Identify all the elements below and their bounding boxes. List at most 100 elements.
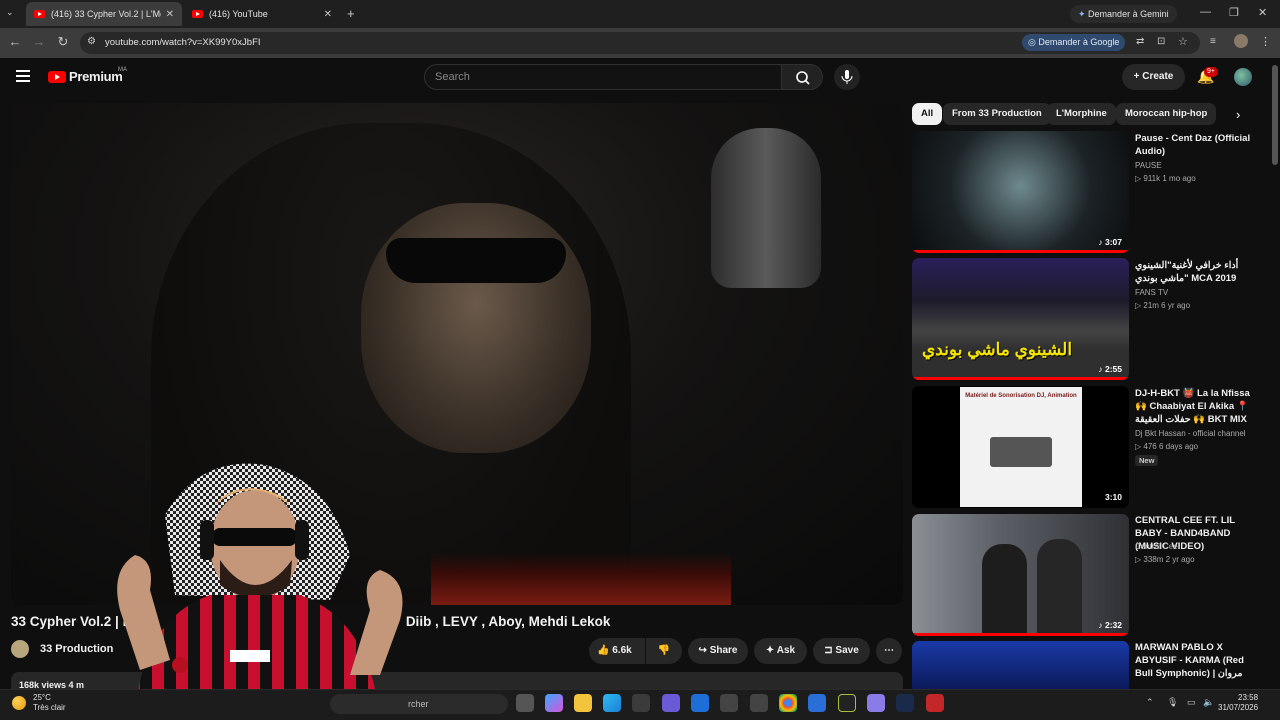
- rec-thumbnail[interactable]: [912, 641, 1129, 689]
- back-icon[interactable]: ←: [6, 34, 24, 49]
- app-icon[interactable]: [720, 694, 738, 712]
- rec-channel[interactable]: Central Cee: [1135, 542, 1178, 551]
- more-menu-icon[interactable]: ⋮: [1260, 35, 1271, 48]
- brand-label: Premium: [69, 69, 123, 84]
- edge-icon[interactable]: [603, 694, 621, 712]
- close-window-icon[interactable]: ✕: [1258, 6, 1267, 19]
- tab-cypher[interactable]: (416) 33 Cypher Vol.2 | L'Morph ✕: [26, 2, 182, 26]
- thumbs-down-icon: 👎: [657, 645, 671, 656]
- ask-gemini-button[interactable]: ✦ Demander à Gemini: [1070, 5, 1177, 23]
- close-tab-icon[interactable]: ✕: [324, 9, 332, 20]
- search-icon: [796, 71, 810, 85]
- weather-widget[interactable]: 25°C Très clair: [33, 693, 66, 713]
- rec-title[interactable]: أداء خرافي لأغنية"الشينوي ماشي بوندي" MC…: [1135, 259, 1260, 285]
- reading-list-icon[interactable]: ≡: [1210, 36, 1216, 47]
- search-button[interactable]: [781, 64, 823, 90]
- rec-channel[interactable]: FANS TV: [1135, 288, 1168, 297]
- app-icon[interactable]: [867, 694, 885, 712]
- hamburger-menu-icon[interactable]: [16, 70, 30, 85]
- rec-channel[interactable]: PAUSE: [1135, 161, 1162, 170]
- app-icon[interactable]: [926, 694, 944, 712]
- youtube-premium-logo[interactable]: Premium: [48, 69, 123, 84]
- like-count: 6.6k: [612, 645, 632, 656]
- volume-icon[interactable]: 🔈: [1203, 697, 1214, 708]
- taskbar-clock[interactable]: 23:58 31/07/2026: [1218, 693, 1258, 713]
- bookmark-star-icon[interactable]: ☆: [1178, 35, 1188, 48]
- page-scrollbar[interactable]: [1272, 65, 1278, 165]
- rec-title[interactable]: DJ-H-BKT 👹 La la Nfissa 🙌 Chaabiyat El A…: [1135, 387, 1260, 427]
- weather-sun-icon[interactable]: [12, 696, 26, 710]
- youtube-favicon-icon: [192, 10, 203, 18]
- microphone-tray-icon[interactable]: 🎙: [1167, 697, 1178, 708]
- weather-condition: Très clair: [33, 703, 66, 712]
- rec-thumbnail[interactable]: Matériel de Sonorisation DJ, Animation 3…: [912, 386, 1129, 508]
- chip-all[interactable]: All: [912, 103, 943, 125]
- duration-badge: ♪ 2:32: [1098, 620, 1122, 630]
- account-avatar[interactable]: [1234, 68, 1252, 86]
- forward-icon[interactable]: →: [30, 34, 48, 49]
- restore-icon[interactable]: ❐: [1229, 6, 1239, 19]
- time: 23:58: [1238, 693, 1259, 702]
- thumbnail-figure: [982, 544, 1027, 636]
- chip-from-33-production[interactable]: From 33 Production: [943, 103, 1051, 125]
- ask-google-button[interactable]: ◎ Demander à Google: [1022, 34, 1126, 51]
- share-button[interactable]: ↪ Share: [688, 638, 748, 664]
- chrome-icon[interactable]: [779, 694, 797, 712]
- video-frame-flames: [431, 553, 731, 605]
- network-icon[interactable]: ▭: [1187, 697, 1196, 708]
- chevron-right-icon[interactable]: ›: [1236, 107, 1240, 122]
- duration-badge: ♪ 2:55: [1098, 364, 1122, 374]
- rec-channel[interactable]: Dj Bkt Hassan - official channel: [1135, 429, 1246, 438]
- chip-lmorphine[interactable]: L'Morphine: [1047, 103, 1116, 125]
- region-label: MA: [118, 67, 127, 73]
- create-button[interactable]: + Create: [1122, 64, 1185, 90]
- url-text[interactable]: youtube.com/watch?v=XK99Y0xJbFI: [105, 37, 261, 48]
- rec-thumbnail[interactable]: ♪ 2:32: [912, 514, 1129, 636]
- rec-thumbnail[interactable]: الشينوي ماشي بوندي ♪ 2:55: [912, 258, 1129, 380]
- app-icon[interactable]: [808, 694, 826, 712]
- close-tab-icon[interactable]: ✕: [166, 9, 174, 20]
- save-button[interactable]: ⊐ Save: [813, 638, 870, 664]
- new-tab-button[interactable]: +: [347, 6, 355, 21]
- minimize-icon[interactable]: —: [1200, 6, 1211, 18]
- reload-icon[interactable]: ↻: [54, 34, 72, 50]
- thumbs-up-icon: 👍: [597, 645, 613, 656]
- task-view-icon[interactable]: [516, 694, 534, 712]
- app-icon[interactable]: [838, 694, 856, 712]
- voice-search-button[interactable]: [834, 64, 860, 90]
- app-icon[interactable]: [750, 694, 768, 712]
- webcam-overlay-person: [117, 463, 403, 720]
- install-icon[interactable]: ⊡: [1157, 36, 1165, 47]
- tab-youtube[interactable]: (416) YouTube ✕: [184, 2, 340, 26]
- search-input[interactable]: Search: [424, 64, 782, 90]
- ask-button[interactable]: ✦ Ask: [754, 638, 807, 664]
- gemini-icon: ✦: [1078, 9, 1089, 19]
- share-label: Share: [709, 645, 738, 656]
- tab-list-icon[interactable]: ⌄: [6, 7, 14, 18]
- more-actions-button[interactable]: ⋯: [876, 638, 902, 664]
- video-title-end: Diib , LEVY , Aboy, Mehdi Lekok: [405, 614, 611, 629]
- store-icon[interactable]: [632, 694, 650, 712]
- bookmark-icon: ⊐: [824, 645, 836, 656]
- lens-icon: ◎: [1028, 37, 1039, 47]
- translate-icon[interactable]: ⇄: [1136, 36, 1144, 47]
- rec-title[interactable]: MARWAN PABLO X ABYUSIF - KARMA (Red Bull…: [1135, 641, 1260, 681]
- temperature: 25°C: [33, 693, 51, 702]
- mixer-graphic: [990, 437, 1052, 467]
- copilot-icon[interactable]: [545, 694, 563, 712]
- mail-icon[interactable]: [691, 694, 709, 712]
- channel-avatar[interactable]: [11, 640, 29, 658]
- rec-title[interactable]: Pause - Cent Daz (Official Audio): [1135, 132, 1260, 158]
- chip-moroccan-hip-hop[interactable]: Moroccan hip-hop: [1116, 103, 1217, 125]
- profile-avatar[interactable]: [1234, 34, 1248, 48]
- file-explorer-icon[interactable]: [574, 694, 592, 712]
- ask-label: Ask: [776, 645, 796, 656]
- steam-icon[interactable]: [896, 694, 914, 712]
- discord-icon[interactable]: [662, 694, 680, 712]
- site-info-icon[interactable]: ⚙: [87, 36, 96, 47]
- taskbar-search[interactable]: rcher: [330, 694, 508, 714]
- dislike-button[interactable]: 👎: [646, 638, 682, 664]
- rec-thumbnail[interactable]: ♪ 3:07: [912, 131, 1129, 253]
- like-button[interactable]: 👍 6.6k: [589, 638, 645, 664]
- tray-chevron-icon[interactable]: ⌃: [1146, 697, 1154, 708]
